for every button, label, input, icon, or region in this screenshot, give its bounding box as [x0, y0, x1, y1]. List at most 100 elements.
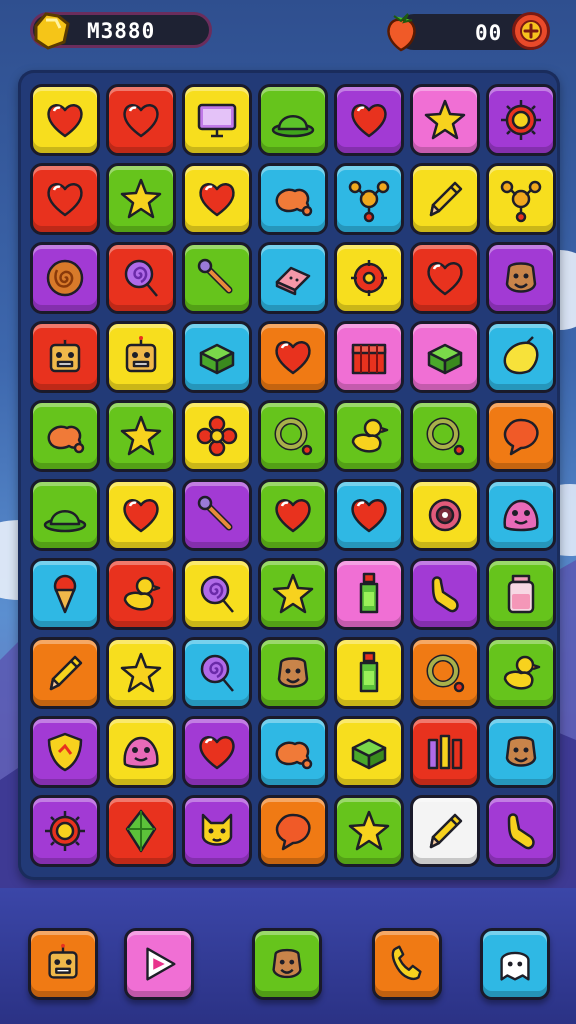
tile-r5-c7[interactable] [486, 400, 556, 472]
tile-r6-c2[interactable] [106, 479, 176, 551]
tile-r9-c1[interactable] [30, 716, 100, 788]
plus-icon [520, 20, 542, 42]
tile-r5-c4[interactable] [258, 400, 328, 472]
tile-r7-c6[interactable] [410, 558, 480, 630]
tile-r4-c7[interactable] [486, 321, 556, 393]
tile-r10-c7[interactable] [486, 795, 556, 867]
toolbar-robot-button[interactable] [28, 928, 98, 1000]
box-icon [351, 738, 387, 770]
tile-r7-c4[interactable] [258, 558, 328, 630]
tile-r8-c6[interactable] [410, 637, 480, 709]
tile-r1-c1[interactable] [30, 84, 100, 156]
glove-icon [507, 813, 535, 850]
bottle-icon [359, 651, 379, 693]
heart-icon [199, 183, 235, 217]
tile-r5-c2[interactable] [106, 400, 176, 472]
tile-r9-c7[interactable] [486, 716, 556, 788]
camera-icon [428, 498, 462, 532]
tile-r3-c1[interactable] [30, 242, 100, 314]
tile-r7-c7[interactable] [486, 558, 556, 630]
tile-r2-c2[interactable] [106, 163, 176, 235]
tile-r8-c1[interactable] [30, 637, 100, 709]
tile-r8-c5[interactable] [334, 637, 404, 709]
tile-r1-c2[interactable] [106, 84, 176, 156]
tile-r10-c6[interactable] [410, 795, 480, 867]
tile-r4-c5[interactable] [334, 321, 404, 393]
tile-r3-c5[interactable] [334, 242, 404, 314]
tile-r5-c1[interactable] [30, 400, 100, 472]
tile-r7-c3[interactable] [182, 558, 252, 630]
tile-r6-c3[interactable] [182, 479, 252, 551]
shield-icon [47, 732, 83, 772]
tile-r8-c7[interactable] [486, 637, 556, 709]
tile-r6-c6[interactable] [410, 479, 480, 551]
toolbar-phone-button[interactable] [372, 928, 442, 1000]
robot-icon [48, 943, 78, 979]
tile-r2-c5[interactable] [334, 163, 404, 235]
tile-r10-c1[interactable] [30, 795, 100, 867]
tile-r1-c5[interactable] [334, 84, 404, 156]
tile-r2-c3[interactable] [182, 163, 252, 235]
tile-r5-c3[interactable] [182, 400, 252, 472]
toolbar-ghost-button[interactable] [480, 928, 550, 1000]
tile-r4-c2[interactable] [106, 321, 176, 393]
heart-icon [351, 499, 387, 533]
tile-r3-c6[interactable] [410, 242, 480, 314]
tile-r6-c1[interactable] [30, 479, 100, 551]
tile-r8-c2[interactable] [106, 637, 176, 709]
tile-r5-c5[interactable] [334, 400, 404, 472]
tile-r3-c7[interactable] [486, 242, 556, 314]
toolbar-play-button[interactable] [124, 928, 194, 1000]
add-lives-button[interactable] [512, 12, 550, 50]
tile-r10-c4[interactable] [258, 795, 328, 867]
tile-r7-c5[interactable] [334, 558, 404, 630]
tile-r3-c2[interactable] [106, 242, 176, 314]
tile-r8-c4[interactable] [258, 637, 328, 709]
tile-r5-c6[interactable] [410, 400, 480, 472]
tile-r4-c6[interactable] [410, 321, 480, 393]
tile-r9-c3[interactable] [182, 716, 252, 788]
tile-r10-c5[interactable] [334, 795, 404, 867]
heart-icon [199, 736, 235, 770]
lollipop-icon [200, 654, 234, 692]
heart-icon [123, 499, 159, 533]
tile-r6-c4[interactable] [258, 479, 328, 551]
tile-r9-c2[interactable] [106, 716, 176, 788]
eraser-icon [275, 266, 311, 296]
speech-icon [275, 813, 311, 851]
tile-r8-c3[interactable] [182, 637, 252, 709]
tile-r7-c2[interactable] [106, 558, 176, 630]
molecule-icon [500, 180, 542, 223]
toolbar-face-button[interactable] [252, 928, 322, 1000]
wand-icon [197, 258, 233, 294]
tile-r1-c7[interactable] [486, 84, 556, 156]
tile-r2-c6[interactable] [410, 163, 480, 235]
tile-r1-c6[interactable] [410, 84, 480, 156]
gift-icon [351, 343, 387, 375]
tile-r10-c3[interactable] [182, 795, 252, 867]
tile-r6-c7[interactable] [486, 479, 556, 551]
tile-r4-c3[interactable] [182, 321, 252, 393]
heart-icon [275, 341, 311, 375]
tile-r2-c7[interactable] [486, 163, 556, 235]
tile-r2-c1[interactable] [30, 163, 100, 235]
monster-icon [503, 499, 539, 532]
tile-r2-c4[interactable] [258, 163, 328, 235]
heart-icon [47, 104, 83, 138]
star-icon [120, 415, 162, 456]
tile-r9-c5[interactable] [334, 716, 404, 788]
tile-r7-c1[interactable] [30, 558, 100, 630]
monitor-icon [197, 103, 237, 138]
tile-r4-c4[interactable] [258, 321, 328, 393]
tile-r6-c5[interactable] [334, 479, 404, 551]
tile-r3-c4[interactable] [258, 242, 328, 314]
tile-r1-c3[interactable] [182, 84, 252, 156]
tile-r1-c4[interactable] [258, 84, 328, 156]
tile-r9-c4[interactable] [258, 716, 328, 788]
cat-face-icon [201, 813, 233, 846]
tile-r4-c1[interactable] [30, 321, 100, 393]
tile-r10-c2[interactable] [106, 795, 176, 867]
swirl-cookie-icon [46, 259, 84, 297]
tile-r3-c3[interactable] [182, 242, 252, 314]
tile-r9-c6[interactable] [410, 716, 480, 788]
